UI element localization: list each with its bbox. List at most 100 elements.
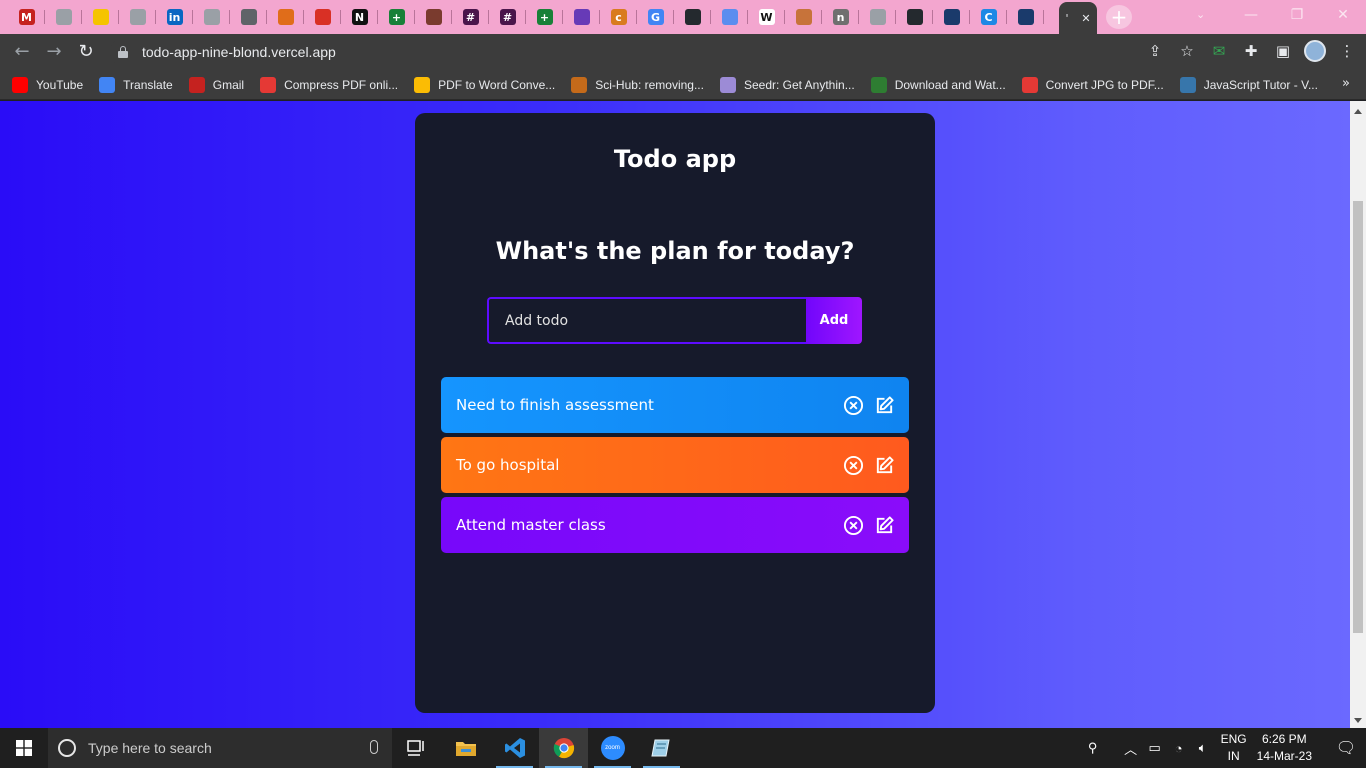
todo-item[interactable]: Attend master class [441,497,909,553]
browser-tab[interactable]: # [489,4,526,30]
close-tab-icon[interactable]: ✕ [1081,12,1090,25]
browser-tab[interactable]: c [600,4,637,30]
browser-tab[interactable] [119,4,156,30]
language-code: ENG [1220,732,1247,746]
edit-icon[interactable] [874,455,895,476]
bookmark-star-icon[interactable]: ☆ [1176,40,1198,62]
bookmark-item[interactable]: Seedr: Get Anythin... [719,76,855,93]
scroll-thumb[interactable] [1353,201,1363,633]
url-text[interactable]: todo-app-nine-blond.vercel.app [142,44,336,60]
delete-circle-x-icon[interactable] [843,455,864,476]
bookmark-item[interactable]: YouTube [12,76,83,93]
scroll-down-icon[interactable] [1354,718,1362,723]
browser-tab[interactable] [267,4,304,30]
profile-avatar[interactable] [1304,40,1326,62]
reload-icon[interactable]: ↻ [74,40,98,64]
language-indicator[interactable]: ENG IN [1221,731,1247,765]
notion-icon: N [351,9,368,25]
browser-tab[interactable] [415,4,452,30]
browser-tab[interactable]: G [637,4,674,30]
bookmark-label: Download and Wat... [894,77,1006,92]
bookmark-item[interactable]: Translate [99,76,173,93]
browser-tab[interactable]: C [970,4,1007,30]
delete-circle-x-icon[interactable] [843,515,864,536]
extension-mail-icon[interactable]: ✉ [1208,40,1230,62]
new-tab-button[interactable]: + [1106,5,1132,29]
bookmark-item[interactable]: Download and Wat... [870,76,1006,93]
task-view-icon[interactable] [392,728,441,768]
browser-tab[interactable] [1007,4,1044,30]
browser-tab[interactable] [859,4,896,30]
bookmark-label: PDF to Word Conve... [438,77,556,92]
browser-tab[interactable] [711,4,748,30]
minimize-icon[interactable]: — [1228,0,1274,30]
maximize-icon[interactable]: ❐ [1274,0,1320,30]
add-todo-input[interactable] [487,297,806,344]
scroll-up-icon[interactable] [1354,109,1362,114]
notification-center-icon[interactable]: 🗨︎ [1326,738,1366,758]
bookmark-item[interactable]: PDF to Word Conve... [414,76,556,93]
microphone-icon[interactable] [370,740,378,754]
taskbar-search[interactable]: Type here to search [48,728,392,768]
chrome-icon[interactable] [539,728,588,768]
back-icon[interactable]: ← [10,40,34,64]
browser-tab[interactable] [933,4,970,30]
page-scrollbar[interactable] [1350,101,1366,728]
side-panel-icon[interactable]: ▣ [1272,40,1294,62]
browser-tab[interactable] [82,4,119,30]
browser-tab[interactable] [193,4,230,30]
extensions-puzzle-icon[interactable]: ✚ [1240,40,1262,62]
browser-tab[interactable]: + [378,4,415,30]
tab-avatar-icon [425,9,442,25]
bookmark-item[interactable]: Convert JPG to PDF... [1021,76,1164,93]
file-explorer-icon[interactable] [441,728,490,768]
browser-tab[interactable] [304,4,341,30]
browser-tab[interactable]: M [8,4,45,30]
browser-tab[interactable]: N [341,4,378,30]
close-window-icon[interactable]: ✕ [1320,0,1366,30]
browser-tab[interactable]: W [748,4,785,30]
browser-tab[interactable] [674,4,711,30]
add-todo-button[interactable]: Add [806,297,862,344]
browser-tab[interactable] [563,4,600,30]
bookmark-label: Compress PDF onli... [284,77,399,92]
browser-tab[interactable]: in [156,4,193,30]
people-icon[interactable]: ⚲ [1081,740,1105,756]
browser-tab[interactable]: # [452,4,489,30]
heart-pdf-icon [260,76,277,93]
address-bar[interactable]: todo-app-nine-blond.vercel.app [110,38,1196,66]
vscode-icon[interactable] [490,728,539,768]
delete-circle-x-icon[interactable] [843,395,864,416]
browser-tab[interactable]: + [526,4,563,30]
bookmark-item[interactable]: Gmail [188,76,244,93]
browser-tab[interactable]: n [822,4,859,30]
menu-kebab-icon[interactable]: ⋮ [1336,40,1358,62]
forward-icon[interactable]: → [42,40,66,64]
lock-icon[interactable] [118,46,128,58]
todo-item[interactable]: Need to finish assessment [441,377,909,433]
browser-tab[interactable] [896,4,933,30]
share-icon[interactable]: ⇪ [1144,40,1166,62]
edit-icon[interactable] [874,395,895,416]
bookmarks-overflow-icon[interactable]: » [1342,76,1350,91]
browser-tab[interactable] [785,4,822,30]
browser-tab[interactable] [230,4,267,30]
browser-tab[interactable] [45,4,82,30]
volume-icon[interactable]: 🔈︎ [1191,740,1215,756]
bookmark-label: Sci-Hub: removing... [595,77,704,92]
bookmark-item[interactable]: Compress PDF onli... [260,76,399,93]
bookmark-item[interactable]: JavaScript Tutor - V... [1179,76,1318,93]
windows-start-icon[interactable] [0,728,48,768]
notepad-icon[interactable] [637,728,686,768]
zoom-icon[interactable]: zoom [588,728,637,768]
tab-generic-icon [203,9,220,25]
taskbar-clock[interactable]: 6:26 PM 14-Mar-23 [1257,731,1312,765]
show-hidden-icons-chevron-icon[interactable]: ︿ [1119,739,1143,758]
wifi-icon[interactable]: ◔ [1167,741,1191,756]
active-tab[interactable]: ' ✕ [1059,2,1097,34]
battery-icon[interactable]: ▭ [1143,740,1167,756]
tab-search-chevron-icon[interactable]: ⌄ [1196,8,1205,21]
bookmark-item[interactable]: Sci-Hub: removing... [571,76,704,93]
todo-item[interactable]: To go hospital [441,437,909,493]
edit-icon[interactable] [874,515,895,536]
